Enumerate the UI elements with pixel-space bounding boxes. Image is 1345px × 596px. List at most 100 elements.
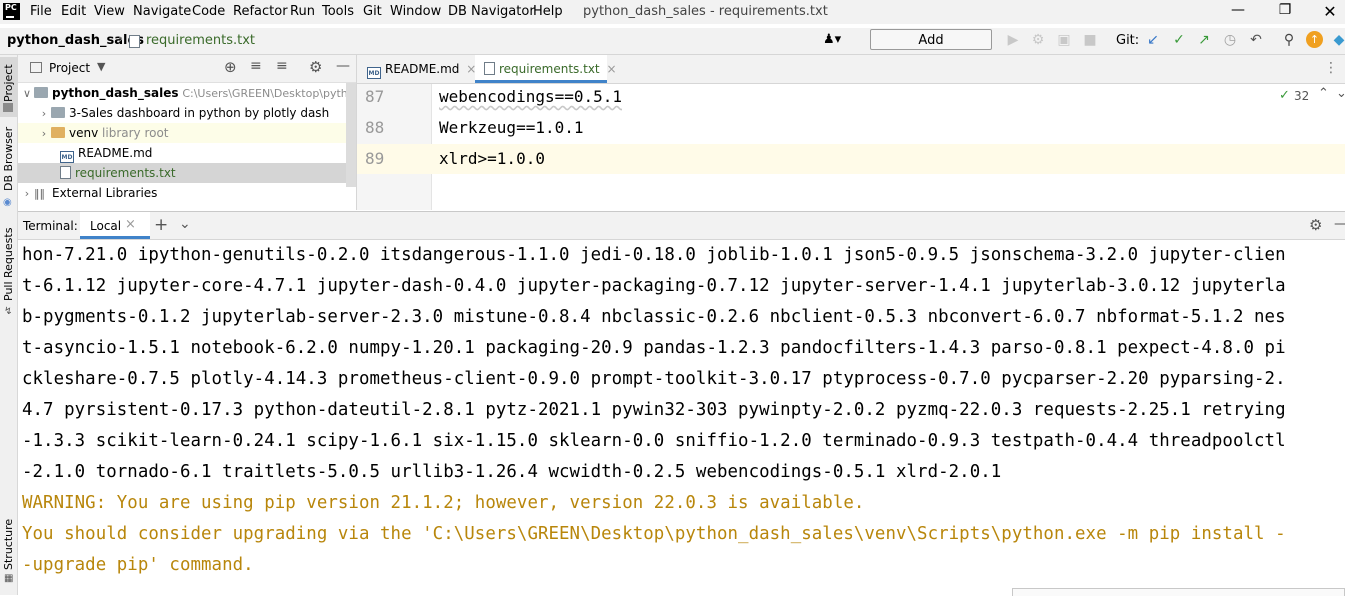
gear-icon[interactable]: ⚙ xyxy=(1309,216,1322,234)
menu-git[interactable]: Git xyxy=(363,4,382,19)
line-number: 89 xyxy=(365,149,385,168)
gear-icon[interactable]: ⚙ xyxy=(309,58,322,76)
folder-icon xyxy=(51,107,65,118)
collapse-all-icon[interactable]: ≡ xyxy=(276,58,288,74)
ide-logo-icon[interactable]: ◆ xyxy=(1330,31,1345,49)
line-number: 87 xyxy=(365,87,385,106)
project-folder-icon xyxy=(3,103,13,112)
menu-refactor[interactable]: Refactor xyxy=(233,4,288,19)
structure-icon: ▦ xyxy=(4,573,14,584)
terminal-panel: Terminal: Local × + ⌄ ⚙ — hon-7.21.0 ipy… xyxy=(18,211,1345,596)
git-push-icon[interactable]: ↗ xyxy=(1195,31,1213,49)
git-commit-icon[interactable]: ✓ xyxy=(1170,31,1188,49)
menu-tools[interactable]: Tools xyxy=(322,4,354,19)
git-label: Git: xyxy=(1116,33,1140,48)
menu-db-navigator[interactable]: DB Navigator xyxy=(448,4,535,19)
project-panel: Project ▼ ⊕ ≡ ≡ ⚙ — ∨ python_dash_sales C… xyxy=(18,55,357,210)
hide-panel-icon[interactable]: — xyxy=(336,58,350,74)
terminal-output-line: -2.1.0 tornado-6.1 traitlets-5.0.5 urlli… xyxy=(22,462,1002,482)
terminal-output-line: ckleshare-0.7.5 plotly-4.14.3 prometheus… xyxy=(22,369,1286,389)
close-tab-icon[interactable]: × xyxy=(125,217,136,232)
markdown-file-icon: MD xyxy=(367,67,381,79)
project-view-icon xyxy=(30,62,42,73)
chevron-down-icon[interactable]: ⌄ xyxy=(179,216,191,232)
editor-tab-bar: MD README.md × requirements.txt × ⋮ xyxy=(357,55,1345,84)
terminal-header: Terminal: Local × + ⌄ ⚙ — xyxy=(18,212,1345,240)
text-file-icon xyxy=(129,35,140,48)
project-panel-title[interactable]: Project xyxy=(49,61,90,75)
coverage-icon[interactable]: ▣ xyxy=(1055,31,1073,49)
git-update-icon[interactable]: ↙ xyxy=(1144,31,1162,49)
minimize-icon[interactable]: — xyxy=(1218,2,1258,22)
user-icon[interactable]: ♟▾ xyxy=(823,31,841,49)
terminal-tab-local[interactable]: Local × xyxy=(80,212,150,239)
menu-view[interactable]: View xyxy=(94,4,125,19)
structure-tool-tab[interactable]: Structure xyxy=(2,519,15,570)
maximize-icon[interactable]: ❐ xyxy=(1265,2,1305,22)
text-file-icon xyxy=(484,62,495,75)
chevron-down-icon[interactable]: ▼ xyxy=(97,60,105,73)
previous-highlight-icon[interactable]: ⌃ xyxy=(1318,86,1329,101)
terminal-output-line: t-6.1.12 jupyter-core-4.7.1 jupyter-dash… xyxy=(22,276,1286,296)
terminal-warning-line: -upgrade pip' command. xyxy=(22,555,254,575)
menu-help[interactable]: Help xyxy=(533,4,563,19)
add-configuration-button[interactable]: Add Configuration... xyxy=(870,29,992,69)
terminal-warning-line: WARNING: You are using pip version 21.1.… xyxy=(22,493,865,513)
tree-item-readme[interactable]: MD README.md xyxy=(18,143,356,163)
tab-readme[interactable]: MD README.md × xyxy=(367,55,476,83)
terminal-warning-line: You should consider upgrading via the 'C… xyxy=(22,524,1286,544)
menu-edit[interactable]: Edit xyxy=(61,4,86,19)
terminal-output-line: 4.7 pyrsistent-0.17.3 python-dateutil-2.… xyxy=(22,400,1286,420)
terminal-output-line: -1.3.3 scikit-learn-0.24.1 scipy-1.6.1 s… xyxy=(22,431,1286,451)
inspection-count: 32 xyxy=(1294,89,1310,103)
breadcrumb-file[interactable]: requirements.txt xyxy=(146,33,255,48)
breadcrumb-separator-icon: › xyxy=(118,32,124,47)
project-panel-header: Project ▼ ⊕ ≡ ≡ ⚙ — xyxy=(18,55,356,83)
code-line[interactable]: webencodings==0.5.1 xyxy=(439,87,622,106)
run-icon[interactable]: ▶ xyxy=(1004,31,1022,49)
hide-panel-icon[interactable]: — xyxy=(1334,216,1345,232)
menu-window[interactable]: Window xyxy=(390,4,441,19)
db-browser-tool-tab[interactable]: DB Browser xyxy=(2,127,15,191)
window-title: python_dash_sales - requirements.txt xyxy=(583,4,828,19)
search-icon[interactable]: ⚲ xyxy=(1280,31,1298,49)
code-line[interactable]: xlrd>=1.0.0 xyxy=(439,149,545,168)
locate-icon[interactable]: ⊕ xyxy=(224,58,237,76)
menu-navigate[interactable]: Navigate xyxy=(133,4,191,19)
terminal-output-line: hon-7.21.0 ipython-genutils-0.2.0 itsdan… xyxy=(22,245,1286,265)
tree-item-project-root[interactable]: ∨ python_dash_sales C:\Users\GREEN\Deskto… xyxy=(18,83,356,103)
update-icon[interactable]: ↑ xyxy=(1306,31,1323,48)
next-highlight-icon[interactable]: ⌄ xyxy=(1336,86,1345,101)
menu-file[interactable]: File xyxy=(30,4,52,19)
tree-item-requirements[interactable]: requirements.txt xyxy=(18,163,356,183)
text-file-icon xyxy=(60,166,71,179)
inspection-ok-icon[interactable]: ✓ xyxy=(1279,88,1290,103)
terminal-label: Terminal: xyxy=(23,219,78,233)
menu-bar: PC File Edit View Navigate Code Refactor… xyxy=(0,0,1345,24)
git-history-icon[interactable]: ◷ xyxy=(1221,31,1239,49)
folder-icon xyxy=(51,127,65,138)
new-terminal-icon[interactable]: + xyxy=(154,215,168,235)
editor-area: MD README.md × requirements.txt × ⋮ 87 88… xyxy=(357,55,1345,210)
stop-icon[interactable]: ■ xyxy=(1081,31,1099,49)
menu-run[interactable]: Run xyxy=(290,4,315,19)
code-line[interactable]: Werkzeug==1.0.1 xyxy=(439,118,584,137)
terminal-output-line: t-asyncio-1.5.1 notebook-6.2.0 numpy-1.2… xyxy=(22,338,1286,358)
pull-requests-tool-tab[interactable]: Pull Requests xyxy=(2,228,15,301)
tab-options-icon[interactable]: ⋮ xyxy=(1324,60,1338,76)
tab-requirements[interactable]: requirements.txt × xyxy=(475,55,617,83)
tree-item-venv[interactable]: › venv library root xyxy=(18,123,356,143)
left-tool-strip: Project DB Browser ◉ Pull Requests ↯ Str… xyxy=(0,55,18,595)
git-rollback-icon[interactable]: ↶ xyxy=(1247,31,1265,49)
close-window-icon[interactable]: ✕ xyxy=(1310,2,1345,22)
project-tool-tab[interactable]: Project xyxy=(2,64,15,102)
expand-all-icon[interactable]: ≡ xyxy=(250,58,262,74)
tree-item-external-libraries[interactable]: › ‖‖ External Libraries xyxy=(18,183,356,203)
debug-icon[interactable]: ⚙ xyxy=(1029,31,1047,49)
menu-code[interactable]: Code xyxy=(192,4,225,19)
pull-requests-icon: ↯ xyxy=(4,306,13,317)
tree-item-sales-dashboard[interactable]: › 3-Sales dashboard in python by plotly d… xyxy=(18,103,356,123)
project-panel-scrollbar[interactable] xyxy=(346,83,356,187)
close-tab-icon[interactable]: × xyxy=(606,62,616,76)
breadcrumb-project[interactable]: python_dash_sales xyxy=(7,33,144,48)
